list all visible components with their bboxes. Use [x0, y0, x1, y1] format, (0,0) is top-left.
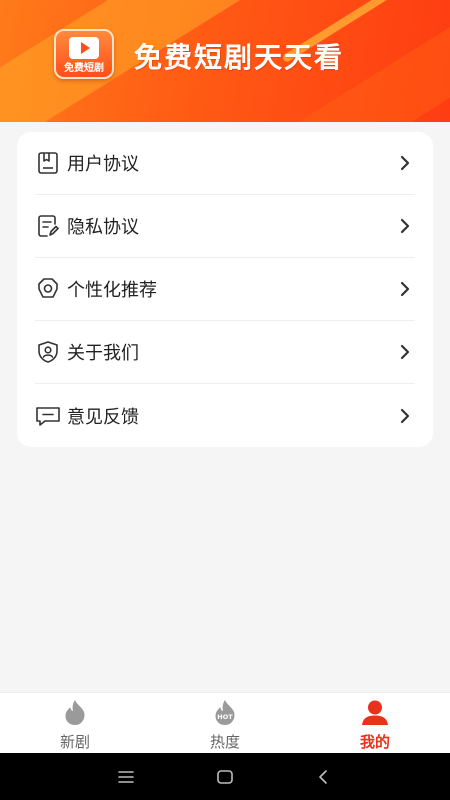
app-title: 免费短剧天天看 — [134, 41, 345, 74]
message-icon — [35, 403, 61, 429]
menu-item-label: 个性化推荐 — [67, 280, 157, 301]
home-icon[interactable] — [213, 765, 237, 789]
chevron-right-icon — [395, 342, 415, 362]
menu-item-user-agreement[interactable]: 用户协议 — [35, 132, 415, 195]
tab-label: 我的 — [359, 733, 390, 751]
tab-mine[interactable]: 我的 — [325, 693, 425, 754]
settings-menu: 用户协议 隐私协议 个性化推荐 关于我们 意见反馈 — [17, 132, 433, 447]
document-edit-icon — [35, 213, 61, 239]
menu-item-label: 用户协议 — [67, 154, 139, 175]
menu-item-label: 意见反馈 — [67, 406, 139, 428]
hot-badge: HOT — [217, 713, 233, 721]
play-icon — [69, 37, 99, 59]
chevron-right-icon — [395, 279, 415, 299]
bottom-tab-bar: 新剧 HOT 热度 我的 — [0, 692, 450, 753]
menu-item-feedback[interactable]: 意见反馈 — [35, 384, 415, 447]
menu-item-privacy-policy[interactable]: 隐私协议 — [35, 195, 415, 258]
shield-user-icon — [35, 339, 61, 365]
menu-item-label: 关于我们 — [67, 343, 139, 364]
gear-icon — [35, 276, 61, 302]
menu-item-label: 隐私协议 — [67, 217, 139, 238]
app-logo: 免费短剧 — [54, 29, 114, 79]
user-icon — [360, 698, 390, 728]
tab-hot[interactable]: HOT 热度 — [175, 693, 275, 754]
flame-icon — [60, 698, 90, 728]
hot-flame-icon: HOT — [210, 698, 240, 728]
menu-item-about-us[interactable]: 关于我们 — [35, 321, 415, 384]
tab-label: 新剧 — [59, 733, 90, 751]
header-banner: 免费短剧 免费短剧天天看 — [0, 0, 450, 122]
tab-label: 热度 — [209, 733, 240, 751]
book-icon — [35, 150, 61, 176]
menu-icon[interactable] — [114, 765, 138, 789]
chevron-right-icon — [395, 216, 415, 236]
chevron-right-icon — [395, 406, 415, 426]
logo-text: 免费短剧 — [64, 63, 104, 74]
menu-item-personalized-recommendation[interactable]: 个性化推荐 — [35, 258, 415, 321]
back-icon[interactable] — [312, 765, 336, 789]
system-nav-bar — [0, 753, 450, 800]
chevron-right-icon — [395, 153, 415, 173]
tab-new-dramas[interactable]: 新剧 — [25, 693, 125, 754]
